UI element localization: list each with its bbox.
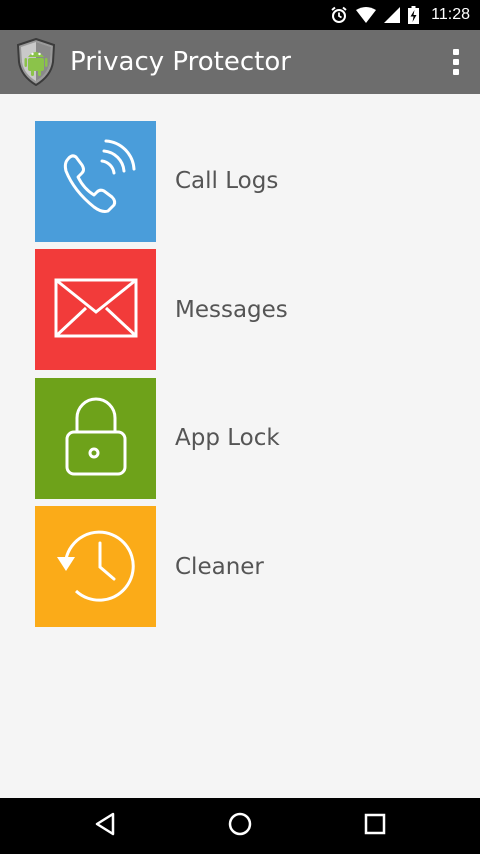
menu-item-cleaner[interactable]: Cleaner (35, 506, 288, 628)
cleaner-tile[interactable] (35, 506, 156, 627)
signal-icon (384, 7, 401, 23)
wifi-icon (356, 7, 377, 23)
battery-charging-icon (408, 6, 420, 24)
status-icons: 11:28 (330, 0, 470, 30)
home-button[interactable] (200, 798, 280, 854)
recents-button[interactable] (335, 798, 415, 854)
messages-tile[interactable] (35, 249, 156, 370)
menu-item-app-lock[interactable]: App Lock (35, 377, 288, 499)
call-logs-tile[interactable] (35, 120, 156, 242)
alarm-icon (330, 6, 348, 24)
overflow-dot (453, 69, 459, 75)
cleaner-label: Cleaner (175, 553, 264, 580)
more-vert-icon[interactable] (446, 44, 466, 80)
history-clock-icon (54, 523, 138, 611)
app-lock-label: App Lock (175, 425, 280, 451)
padlock-icon (64, 394, 128, 482)
recents-icon (364, 813, 386, 839)
nav-bar (0, 798, 480, 854)
app-title: Privacy Protector (70, 47, 291, 77)
back-button[interactable] (65, 798, 145, 854)
menu-item-messages[interactable]: Messages (35, 249, 288, 371)
back-icon (94, 812, 116, 840)
overflow-dot (453, 49, 459, 55)
status-time: 11:28 (431, 6, 470, 23)
app-bar: Privacy Protector (0, 30, 480, 94)
shield-android-logo (16, 37, 56, 87)
phone-call-icon (54, 137, 138, 225)
messages-label: Messages (175, 296, 288, 323)
call-logs-label: Call Logs (175, 168, 279, 194)
overflow-dot (453, 59, 459, 65)
app-lock-tile[interactable] (35, 377, 156, 499)
status-bar: 11:28 (0, 0, 480, 30)
menu-list: Call Logs Messages App Lock Cleaner (35, 120, 288, 634)
envelope-icon (54, 278, 138, 342)
home-icon (228, 812, 252, 840)
menu-item-call-logs[interactable]: Call Logs (35, 120, 288, 242)
